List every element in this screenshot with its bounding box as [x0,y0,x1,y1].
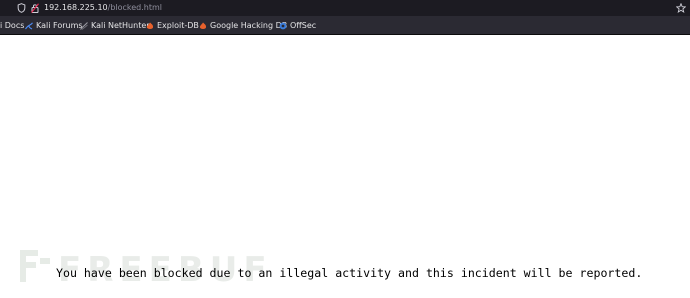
offsec-icon [279,22,287,29]
bookmark-label: Kali Forums [36,21,83,30]
kali-dragon-icon [25,21,33,29]
bookmark-label: Exploit-DB [157,21,199,30]
url-host: 192.168.225.10 [44,3,108,12]
bookmark-label: Kali NetHunter [91,21,150,30]
bookmark-kali-docs[interactable]: i Docs [0,19,24,32]
blocked-message: You have been blocked due to an illegal … [56,266,643,280]
shield-icon[interactable] [17,3,26,13]
bookmark-offsec[interactable]: OffSec [279,19,316,32]
nethunter-icon [80,21,88,30]
bookmark-label: OffSec [290,21,317,30]
insecure-lock-icon[interactable] [31,3,39,13]
bookmark-kali-forums[interactable]: Kali Forums [25,19,83,32]
bookmark-google-hacking-db[interactable]: Google Hacking DB [199,19,287,32]
ghdb-icon [199,22,207,29]
bookmark-star-icon[interactable] [676,3,686,13]
url-path: /blocked.html [107,3,163,12]
exploit-db-icon [146,22,154,29]
bookmark-label: i Docs [0,21,25,30]
bookmark-exploit-db[interactable]: Exploit-DB [146,19,199,32]
url-bar[interactable]: 192.168.225.10/blocked.html [0,0,690,16]
bookmarks-toolbar: i Docs Kali Forums Kali NetHunter Exploi… [0,16,690,35]
bookmark-label: Google Hacking DB [210,21,288,30]
bookmark-kali-nethunter[interactable]: Kali NetHunter [80,19,150,32]
url-text[interactable]: 192.168.225.10/blocked.html [44,2,162,14]
